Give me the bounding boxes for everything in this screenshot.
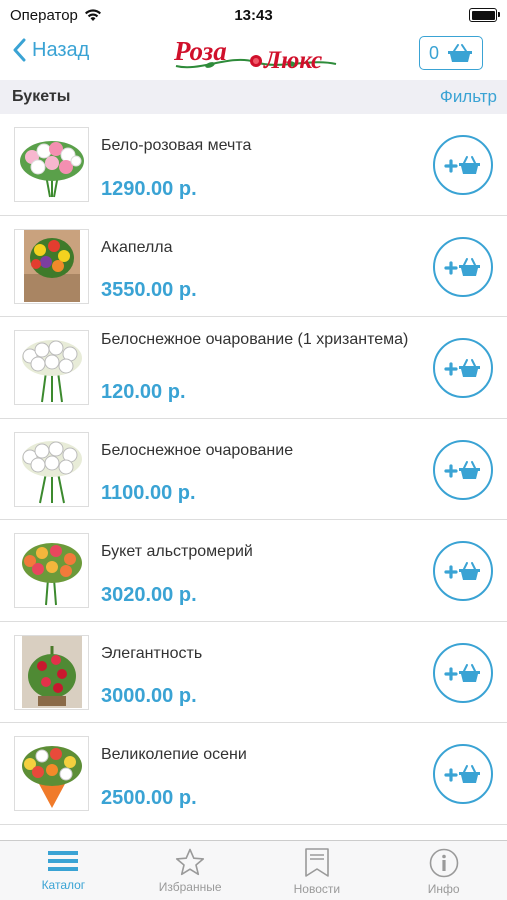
- product-name: Элегантность: [101, 644, 203, 662]
- add-to-cart-button[interactable]: [433, 541, 493, 601]
- product-image: [14, 736, 89, 811]
- add-to-basket-icon: [444, 257, 480, 276]
- add-to-basket-icon: [444, 765, 480, 783]
- product-item[interactable]: Элегантность 3000.00 р.: [0, 622, 507, 723]
- product-price: 3550.00 р.: [101, 279, 197, 301]
- battery-fill: [471, 10, 495, 20]
- product-item[interactable]: Бело-розовая мечта 1290.00 р.: [0, 114, 507, 216]
- status-bar: Оператор 13:43: [0, 0, 507, 30]
- product-image: [14, 330, 89, 405]
- star-icon: [176, 848, 205, 876]
- nav-bar: Назад Роза Люкс 0: [0, 30, 507, 80]
- add-to-basket-icon: [444, 359, 480, 377]
- tab-news[interactable]: Новости: [254, 841, 381, 900]
- product-image: [14, 634, 89, 710]
- product-name: Бело-розовая мечта: [101, 137, 252, 154]
- add-to-basket-icon: [444, 562, 480, 580]
- add-to-cart-button[interactable]: [433, 135, 493, 195]
- product-price: 1290.00 р.: [101, 177, 197, 200]
- info-icon: [429, 848, 458, 878]
- product-list[interactable]: Бело-розовая мечта 1290.00 р. Акапелла 3…: [0, 114, 507, 840]
- product-item[interactable]: Букет альстромерий 3020.00 р.: [0, 520, 507, 622]
- product-price: 120.00 р.: [101, 380, 186, 403]
- product-image: [14, 533, 89, 608]
- tab-bar: Каталог Избранные Новости Инфо: [0, 840, 507, 900]
- tab-favorites[interactable]: Избранные: [127, 841, 254, 900]
- back-label: Назад: [32, 38, 90, 61]
- product-item[interactable]: Акапелла 3550.00 р.: [0, 216, 507, 317]
- product-item[interactable]: Белоснежное очарование 1100.00 р.: [0, 419, 507, 520]
- section-title: Букеты: [12, 88, 71, 105]
- product-price: 1100.00 р.: [101, 482, 196, 504]
- add-to-cart-button[interactable]: [433, 338, 493, 398]
- product-name: Великолепие осени: [101, 746, 247, 763]
- cart-count: 0: [428, 42, 439, 63]
- add-to-cart-button[interactable]: [433, 236, 493, 297]
- brand-logo: Роза Люкс: [173, 36, 337, 74]
- product-name: Акапелла: [101, 238, 173, 256]
- tab-label: Каталог: [41, 878, 86, 892]
- product-name: Букет альстромерий: [101, 543, 253, 560]
- tab-label: Избранные: [158, 880, 222, 894]
- add-to-basket-icon: [444, 663, 480, 682]
- tab-label: Новости: [293, 882, 341, 896]
- chevron-left-icon: [13, 38, 26, 62]
- basket-icon: [448, 44, 472, 62]
- add-to-cart-button[interactable]: [433, 642, 493, 703]
- tab-label: Инфо: [427, 882, 460, 896]
- section-header: Букеты Фильтр: [0, 80, 507, 114]
- product-image: [14, 127, 89, 202]
- status-time: 13:43: [234, 6, 273, 24]
- add-to-cart-button[interactable]: [433, 744, 493, 804]
- product-item[interactable]: Белоснежное очарование (1 хризантема) 12…: [0, 317, 507, 419]
- svg-text:Роза: Роза: [173, 36, 227, 66]
- product-image: [14, 228, 89, 304]
- product-price: 3000.00 р.: [101, 685, 197, 707]
- product-price: 3020.00 р.: [101, 583, 197, 606]
- bookmark-icon: [305, 848, 329, 877]
- svg-text:Люкс: Люкс: [263, 47, 322, 74]
- product-price: 2500.00 р.: [101, 786, 197, 809]
- list-icon: [48, 851, 79, 871]
- filter-button[interactable]: Фильтр: [440, 87, 497, 107]
- back-button[interactable]: Назад: [12, 38, 89, 62]
- battery-icon: [469, 8, 500, 22]
- tab-info[interactable]: Инфо: [380, 841, 507, 900]
- add-to-cart-button[interactable]: [433, 439, 493, 500]
- product-name: Белоснежное очарование: [101, 441, 294, 459]
- product-name: Белоснежное очарование (1 хризантема): [101, 331, 409, 348]
- product-image: [14, 431, 89, 507]
- cart-button[interactable]: 0: [419, 36, 483, 70]
- add-to-basket-icon: [444, 460, 480, 479]
- product-item[interactable]: Великолепие осени 2500.00 р.: [0, 723, 507, 825]
- tab-catalog[interactable]: Каталог: [0, 841, 127, 900]
- add-to-basket-icon: [444, 156, 480, 174]
